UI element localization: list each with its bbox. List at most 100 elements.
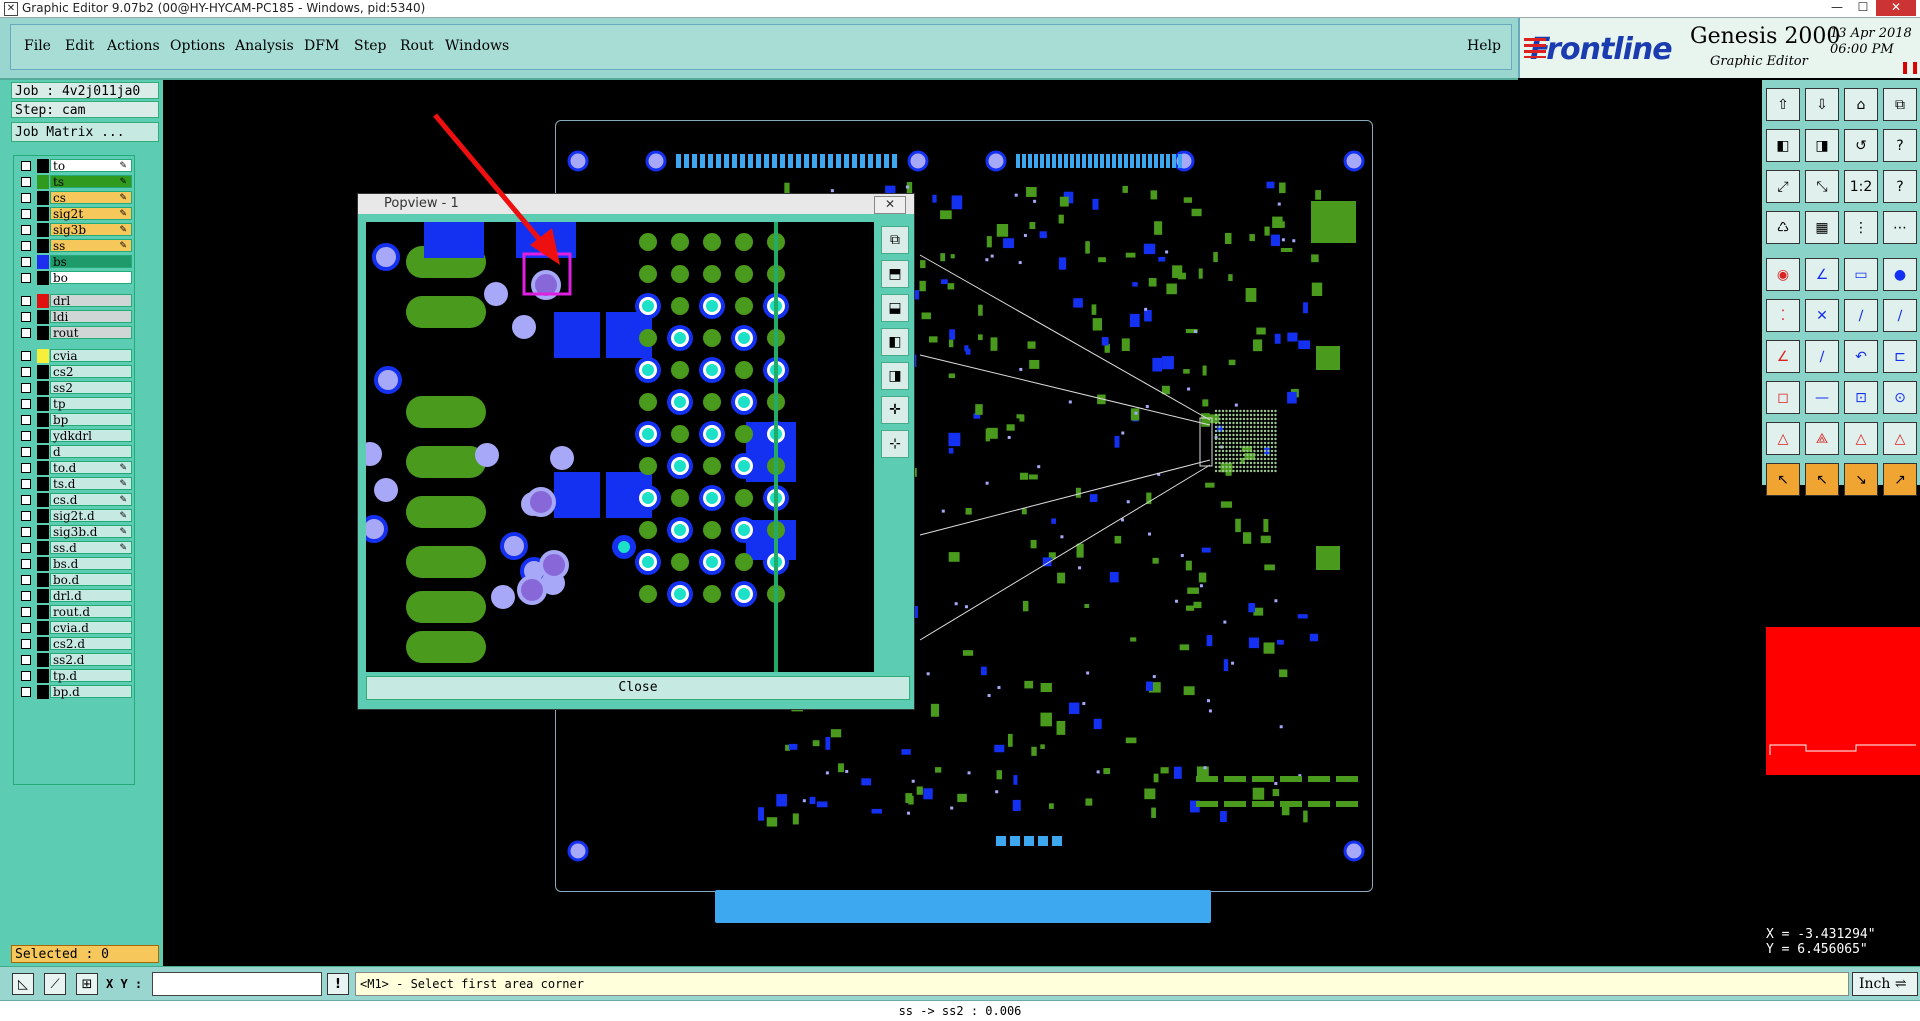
- layer-name[interactable]: cs ✎: [50, 191, 132, 205]
- layer-color-swatch[interactable]: [37, 413, 49, 427]
- angle-icon[interactable]: ∠: [1766, 340, 1800, 373]
- layer-checkbox[interactable]: [21, 607, 31, 617]
- layer-checkbox[interactable]: [21, 431, 31, 441]
- copy-icon[interactable]: ⧉: [1883, 88, 1917, 121]
- layer-row[interactable]: cvia.d: [17, 621, 135, 635]
- layer-checkbox[interactable]: [21, 399, 31, 409]
- layer-name[interactable]: cvia.d: [50, 621, 132, 635]
- layer-checkbox[interactable]: [21, 161, 31, 171]
- layer-row[interactable]: cs2.d: [17, 637, 135, 651]
- layer-name[interactable]: ss ✎: [50, 239, 132, 253]
- layer-name[interactable]: sig3b ✎: [50, 223, 132, 237]
- layer-row[interactable]: sig3b.d ✎: [17, 525, 135, 539]
- close-icon[interactable]: ✕: [1876, 0, 1916, 16]
- layer-up-icon[interactable]: ⇧: [1766, 88, 1800, 121]
- layer-color-swatch[interactable]: [37, 509, 49, 523]
- popview-titlebar[interactable]: Popview - 1 ✕: [358, 194, 914, 214]
- snap-icon[interactable]: ◺: [12, 973, 34, 995]
- triangle-icon[interactable]: △: [1766, 422, 1800, 455]
- layer-checkbox[interactable]: [21, 447, 31, 457]
- snap-icon[interactable]: ↗: [1883, 463, 1917, 496]
- pause-icon[interactable]: ❚❚: [1900, 60, 1920, 74]
- layer-name[interactable]: tp.d: [50, 669, 132, 683]
- pan-left-icon[interactable]: ◧: [881, 328, 909, 356]
- line-icon[interactable]: ⁚: [1766, 299, 1800, 332]
- layer-name[interactable]: sig3b.d ✎: [50, 525, 132, 539]
- layer-row[interactable]: bo: [17, 271, 135, 285]
- zoom-fit-icon[interactable]: ◨: [1805, 129, 1839, 162]
- layer-name[interactable]: sig2t ✎: [50, 207, 132, 221]
- zoom-fit-icon[interactable]: ⧉: [881, 226, 909, 254]
- layer-name[interactable]: drl: [50, 294, 132, 308]
- cross-icon[interactable]: ✕: [1805, 299, 1839, 332]
- zoom-step-icon[interactable]: ⤡: [1805, 170, 1839, 203]
- flip-icon[interactable]: ♺: [1766, 211, 1800, 244]
- pan-right-icon[interactable]: ◨: [881, 362, 909, 390]
- layer-row[interactable]: sig2t ✎: [17, 207, 135, 221]
- layer-name[interactable]: ss2.d: [50, 653, 132, 667]
- grid-icon[interactable]: ▦: [1805, 211, 1839, 244]
- layer-name[interactable]: ss.d ✎: [50, 541, 132, 555]
- pan-up-icon[interactable]: ⬒: [881, 260, 909, 288]
- layer-color-swatch[interactable]: [37, 493, 49, 507]
- layer-name[interactable]: rout: [50, 326, 132, 340]
- menu-edit[interactable]: Edit: [65, 38, 94, 54]
- layer-row[interactable]: bp.d: [17, 685, 135, 699]
- layer-checkbox[interactable]: [21, 351, 31, 361]
- slash-icon[interactable]: ∕: [1805, 340, 1839, 373]
- layer-color-swatch[interactable]: [37, 589, 49, 603]
- menu-step[interactable]: Step: [354, 38, 386, 54]
- layer-name[interactable]: cs2.d: [50, 637, 132, 651]
- layer-name[interactable]: tp: [50, 397, 132, 411]
- layer-checkbox[interactable]: [21, 209, 31, 219]
- job-matrix-button[interactable]: Job Matrix ...: [11, 122, 159, 142]
- popview-close-button[interactable]: Close: [366, 676, 910, 700]
- layer-row[interactable]: bs.d: [17, 557, 135, 571]
- layer-checkbox[interactable]: [21, 177, 31, 187]
- layer-checkbox[interactable]: [21, 623, 31, 633]
- pad-icon[interactable]: ◻: [1766, 381, 1800, 414]
- layer-color-swatch[interactable]: [37, 175, 49, 189]
- layer-name[interactable]: ldi: [50, 310, 132, 324]
- popview-graphics[interactable]: [366, 222, 874, 672]
- layer-name[interactable]: ts ✎: [50, 175, 132, 189]
- popview-close-icon[interactable]: ✕: [874, 196, 906, 214]
- box-icon[interactable]: ⊡: [1844, 381, 1878, 414]
- layer-row[interactable]: ss2: [17, 381, 135, 395]
- popview-canvas[interactable]: [366, 222, 874, 672]
- layer-name[interactable]: cs2: [50, 365, 132, 379]
- overview-map[interactable]: [1766, 627, 1920, 775]
- pad-add-icon[interactable]: ◉: [1766, 258, 1800, 291]
- layer-checkbox[interactable]: [21, 225, 31, 235]
- rotate-icon[interactable]: ↘: [1844, 463, 1878, 496]
- layer-checkbox[interactable]: [21, 463, 31, 473]
- layer-row[interactable]: cs2: [17, 365, 135, 379]
- layer-checkbox[interactable]: [21, 495, 31, 505]
- minimize-icon[interactable]: —: [1824, 0, 1850, 16]
- layer-checkbox[interactable]: [21, 193, 31, 203]
- shape-icon[interactable]: ⊏: [1883, 340, 1917, 373]
- pan-down-icon[interactable]: ⬓: [881, 294, 909, 322]
- layer-checkbox[interactable]: [21, 639, 31, 649]
- layer-row[interactable]: rout: [17, 326, 135, 340]
- zoom-window-icon[interactable]: ◧: [1766, 129, 1800, 162]
- layer-row[interactable]: d: [17, 445, 135, 459]
- layer-color-swatch[interactable]: [37, 326, 49, 340]
- move-icon[interactable]: ↖: [1805, 463, 1839, 496]
- layer-color-swatch[interactable]: [37, 349, 49, 363]
- layer-row[interactable]: ydkdrl: [17, 429, 135, 443]
- layer-name[interactable]: cvia: [50, 349, 132, 363]
- layer-name[interactable]: drl.d: [50, 589, 132, 603]
- curve-icon[interactable]: ↶: [1844, 340, 1878, 373]
- layer-color-swatch[interactable]: [37, 191, 49, 205]
- layer-checkbox[interactable]: [21, 312, 31, 322]
- layer-color-swatch[interactable]: [37, 445, 49, 459]
- layer-row[interactable]: ts.d ✎: [17, 477, 135, 491]
- layer-checkbox[interactable]: [21, 671, 31, 681]
- layer-color-swatch[interactable]: [37, 669, 49, 683]
- measure-icon[interactable]: ⊙: [1883, 381, 1917, 414]
- layer-color-swatch[interactable]: [37, 310, 49, 324]
- layer-name[interactable]: rout.d: [50, 605, 132, 619]
- grid-icon[interactable]: ⊞: [76, 973, 98, 995]
- layer-row[interactable]: to ✎: [17, 159, 135, 173]
